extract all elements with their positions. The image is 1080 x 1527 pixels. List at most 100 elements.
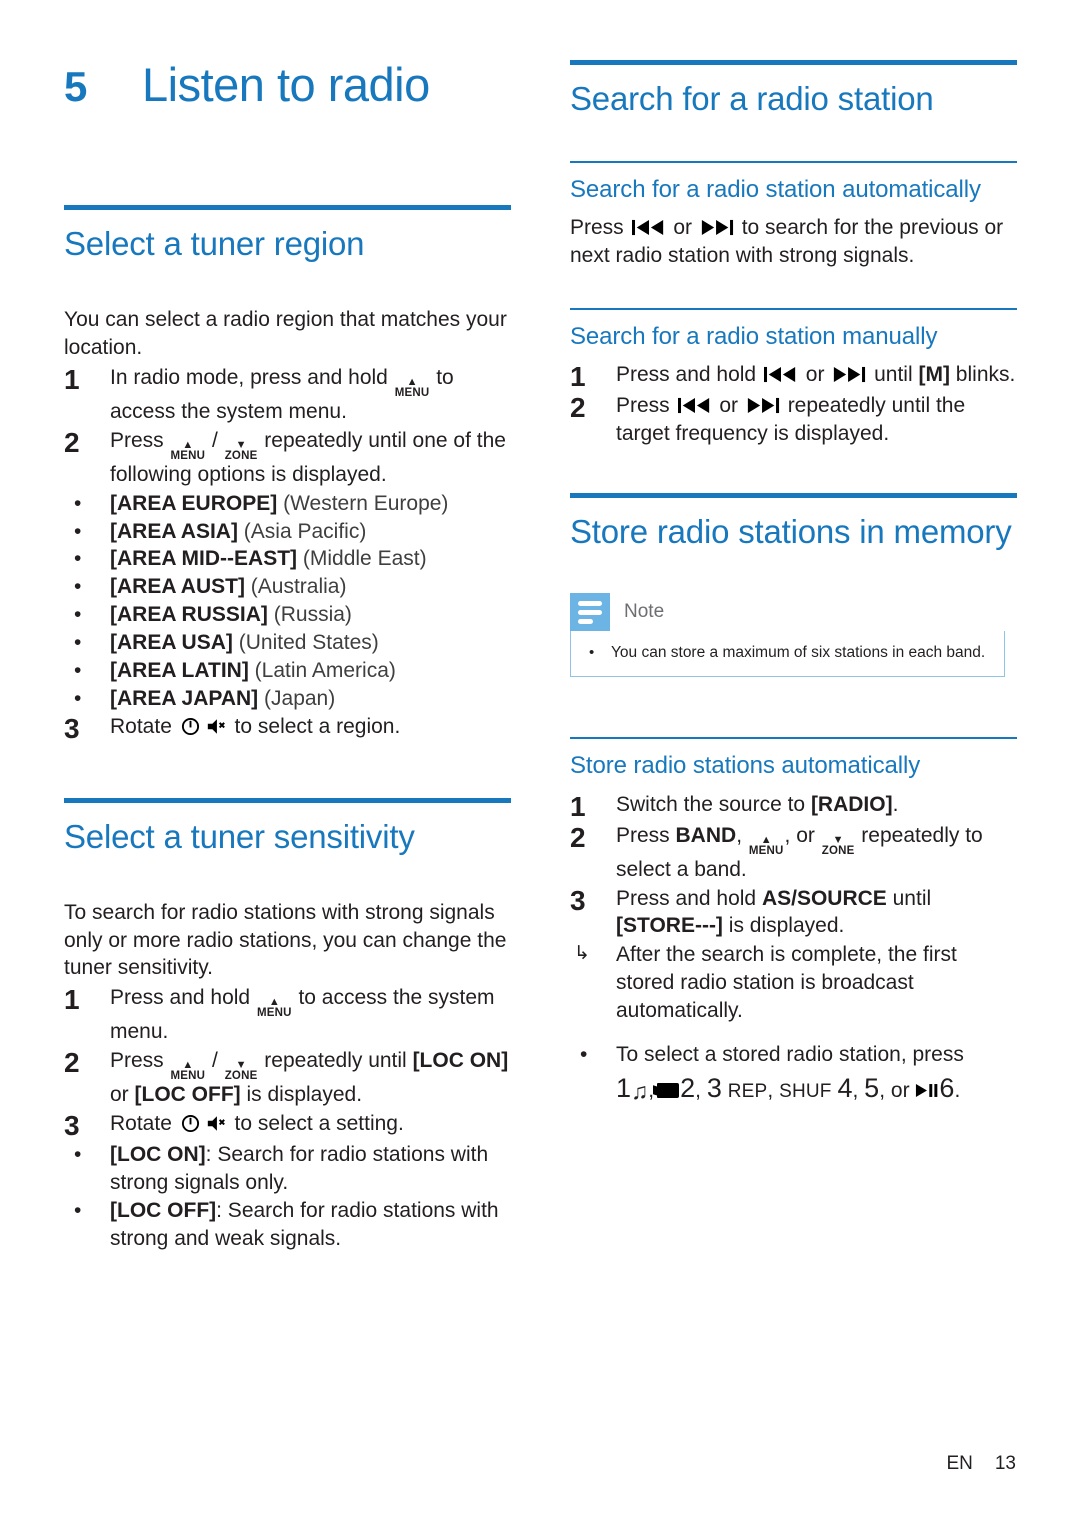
chapter-title-text: Listen to radio xyxy=(142,58,430,111)
result-arrow-icon: ↳ xyxy=(574,943,590,965)
list-item-text: [AREA LATIN] (Latin America) xyxy=(110,657,511,685)
step-number: 2 xyxy=(64,426,80,458)
list-item: • [LOC OFF]: Search for radio stations wi… xyxy=(64,1197,511,1253)
list-item-text: [AREA USA] (United States) xyxy=(110,629,511,657)
step-text-separator: / xyxy=(206,428,224,452)
step-number: 1 xyxy=(64,363,80,395)
as-source-button-label: AS/SOURCE xyxy=(761,886,887,910)
preset-2-label: 2 xyxy=(680,1073,696,1104)
right-column: Search for a radio station Search for a … xyxy=(570,60,1017,1108)
option-code: [AREA ASIA] xyxy=(110,519,238,543)
text-before: Press and hold xyxy=(616,886,762,910)
rep-button-label: REP xyxy=(727,1081,768,1103)
preset-1-label: 1 xyxy=(616,1073,632,1104)
prev-track-icon xyxy=(763,366,798,387)
step-item: 2 Press ▲ MENU / ▼ ZONE repeatedly until [… xyxy=(64,1047,511,1109)
bullet: • xyxy=(74,1143,82,1167)
list-item-text: [AREA RUSSIA] (Russia) xyxy=(110,601,511,629)
step-number: 2 xyxy=(570,391,586,423)
step-text-end: is displayed. xyxy=(240,1083,363,1107)
step-text: Press ▲ MENU / ▼ ZONE repeatedly until one… xyxy=(110,427,511,489)
music-note-icon: ♫ xyxy=(631,1078,649,1105)
page-footer: EN 13 xyxy=(946,1453,1016,1475)
loc-on-code: [LOC ON] xyxy=(412,1049,509,1073)
step-text: Press BAND, ▲ MENU, or ▼ ZONE repeatedly t… xyxy=(616,822,1017,884)
note-title: Note xyxy=(624,601,665,623)
power-standby-icon xyxy=(181,717,200,740)
option-code: [AREA RUSSIA] xyxy=(110,603,268,627)
next-track-icon xyxy=(746,397,780,418)
list-item-text: [AREA MID--EAST] (Middle East) xyxy=(110,545,511,573)
text-after: until xyxy=(868,362,919,386)
section-store-radio-stations: Store radio stations in memory Note • Yo… xyxy=(570,492,1017,1109)
text-before: Press xyxy=(570,215,630,239)
up-triangle-icon: ▲ xyxy=(182,1059,194,1072)
prev-track-icon xyxy=(631,219,666,240)
zone-key-label: ZONE xyxy=(224,449,258,462)
note-icon xyxy=(570,593,610,632)
text-mid: or xyxy=(713,393,744,417)
option-desc: (United States) xyxy=(238,631,379,655)
menu-button-icon: ▲ MENU xyxy=(749,834,784,857)
bullet: • xyxy=(580,1043,588,1067)
step-text: Press and hold ▲ MENU to access the syste… xyxy=(110,984,511,1046)
text-before: Press and hold xyxy=(616,362,762,386)
option-code: [AREA AUST] xyxy=(110,575,245,599)
step-item: 2 Press or repeatedly until the target f… xyxy=(570,392,1017,448)
option-desc: (Middle East) xyxy=(302,547,427,571)
heading-store-automatically: Store radio stations automatically xyxy=(570,752,921,780)
zone-button-icon: ▼ ZONE xyxy=(224,439,258,462)
sep: , xyxy=(767,1079,774,1103)
step-text: Rotate to select a region. xyxy=(110,713,511,741)
heading-select-tuner-sensitivity: Select a tuner sensitivity xyxy=(64,818,415,855)
option-desc: (Japan) xyxy=(264,687,336,711)
tip-text: To select a stored radio station, press … xyxy=(616,1041,1017,1108)
text-mid: or xyxy=(667,215,698,239)
intro-select-tuner-region: You can select a radio region that match… xyxy=(64,307,507,359)
preset-buttons-line: 1♫, 2, 3 REP, SHUF 4, 5, or 6. xyxy=(616,1069,1017,1108)
step-item: 1 In radio mode, press and hold ▲ MENU to… xyxy=(64,364,511,426)
list-item-text: [LOC OFF]: Search for radio stations wit… xyxy=(110,1197,511,1253)
up-triangle-icon: ▲ xyxy=(406,375,418,388)
list-item-text: [AREA ASIA] (Asia Pacific) xyxy=(110,518,511,546)
prev-track-icon xyxy=(677,397,712,418)
text-comma: , xyxy=(736,823,748,847)
step-item: 3 Rotate to select a region. xyxy=(64,713,511,743)
up-triangle-icon: ▲ xyxy=(182,438,194,451)
section-search-radio-station: Search for a radio station Search for a … xyxy=(570,60,1017,448)
mute-icon xyxy=(206,717,226,740)
bullet: • xyxy=(74,547,82,571)
menu-button-icon: ▲ MENU xyxy=(395,375,430,399)
option-code: [AREA EUROPE] xyxy=(110,491,278,515)
bullet: • xyxy=(74,1199,82,1223)
shuf-button-label: SHUF xyxy=(779,1081,832,1103)
list-item: • [AREA JAPAN] (Japan) xyxy=(64,685,511,713)
next-track-icon xyxy=(832,366,866,387)
list-item: • [AREA AUST] (Australia) xyxy=(64,573,511,601)
list-item: • [LOC ON]: Search for radio stations wit… xyxy=(64,1141,511,1197)
step-item: 1 Press and hold ▲ MENU to access the sys… xyxy=(64,984,511,1046)
menu-button-icon: ▲ MENU xyxy=(257,996,292,1020)
note-text: You can store a maximum of six stations … xyxy=(611,644,986,662)
manual-page: 5 Listen to radio Select a tuner region … xyxy=(0,0,1080,1527)
text-end: blinks. xyxy=(949,362,1016,386)
chapter-number: 5 xyxy=(64,63,87,110)
step-number: 3 xyxy=(64,1110,80,1142)
down-triangle-icon: ▼ xyxy=(235,1059,247,1072)
menu-button-icon: ▲ MENU xyxy=(171,1059,206,1083)
list-item-text: [AREA EUROPE] (Western Europe) xyxy=(110,490,511,518)
bullet: • xyxy=(74,659,82,683)
sep: , xyxy=(852,1079,859,1103)
up-triangle-icon: ▲ xyxy=(268,996,280,1009)
step-item: 2 Press BAND, ▲ MENU, or ▼ ZONE repeatedly… xyxy=(570,822,1017,884)
step-item: 3 Press and hold AS/SOURCE until [STORE-… xyxy=(570,885,1017,941)
chapter-title: 5 Listen to radio xyxy=(64,58,511,111)
footer-language: EN xyxy=(946,1453,973,1474)
step-item: 3 Rotate to select a setting. xyxy=(64,1110,511,1140)
section-rule xyxy=(570,492,1017,498)
band-button-label: BAND xyxy=(675,823,737,847)
option-desc: (Latin America) xyxy=(254,659,396,683)
step-item: 1 Switch the source to [RADIO]. xyxy=(570,791,1017,821)
list-item: • [AREA LATIN] (Latin America) xyxy=(64,657,511,685)
menu-button-icon: ▲ MENU xyxy=(171,438,206,462)
